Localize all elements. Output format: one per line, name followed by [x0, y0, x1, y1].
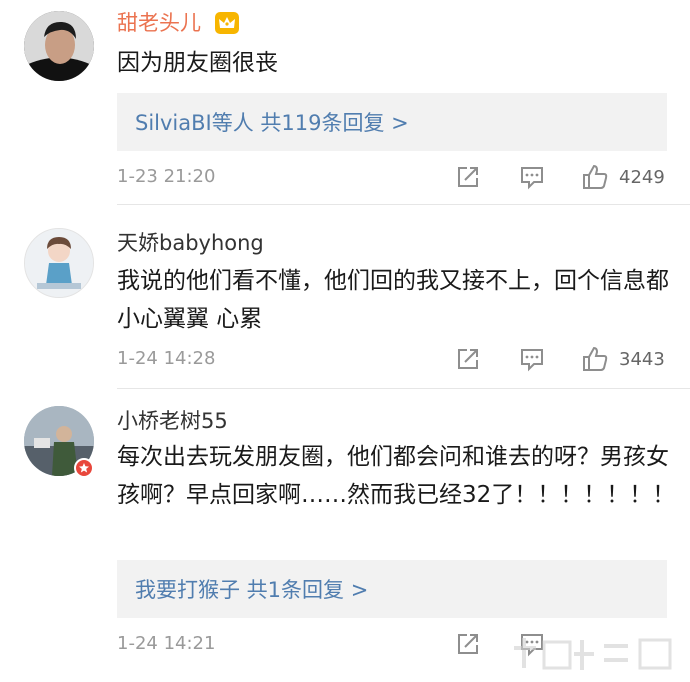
forward-icon[interactable]	[454, 345, 482, 377]
comment-text: 我说的他们看不懂，他们回的我又接不上，回个信息都小心翼翼 心累	[117, 268, 669, 332]
comment-icon[interactable]	[518, 163, 546, 195]
like-icon	[583, 164, 608, 189]
like-button[interactable]: 4249	[581, 163, 665, 191]
timestamp: 1-23 21:20	[117, 166, 216, 187]
forward-icon[interactable]	[454, 630, 482, 662]
comment-text: 每次出去玩发朋友圈，他们都会问和谁去的呀？男孩女孩啊？早点回家啊……然而我已经3…	[117, 444, 676, 508]
comment-item: 甜老头儿 因为朋友圈很丧 SilviaBI等人 共119条回复 > 1-23 2…	[0, 0, 690, 204]
watermark	[510, 628, 690, 682]
comment-text: 因为朋友圈很丧	[117, 50, 278, 76]
avatar[interactable]	[24, 228, 94, 298]
replies-link[interactable]: 我要打猴子 共1条回复 >	[117, 560, 667, 618]
username[interactable]: 天娇babyhong	[117, 230, 264, 256]
verified-badge-icon	[74, 458, 94, 478]
like-count: 3443	[619, 348, 665, 370]
crown-vip-icon	[215, 12, 239, 34]
divider	[117, 204, 690, 205]
username[interactable]: 小桥老树55	[117, 408, 228, 434]
timestamp: 1-24 14:21	[117, 633, 216, 654]
forward-icon[interactable]	[454, 163, 482, 195]
comment-meta: 1-23 21:20 4249	[0, 163, 690, 193]
divider	[117, 388, 690, 389]
username[interactable]: 甜老头儿	[117, 10, 201, 36]
avatar[interactable]	[24, 11, 94, 81]
like-icon	[583, 346, 608, 371]
like-button[interactable]: 3443	[581, 345, 665, 373]
replies-link[interactable]: SilviaBI等人 共119条回复 >	[117, 93, 667, 151]
comment-meta: 1-24 14:28 3443	[0, 345, 690, 375]
comment-icon[interactable]	[518, 345, 546, 377]
timestamp: 1-24 14:28	[117, 348, 216, 369]
like-count: 4249	[619, 166, 665, 188]
